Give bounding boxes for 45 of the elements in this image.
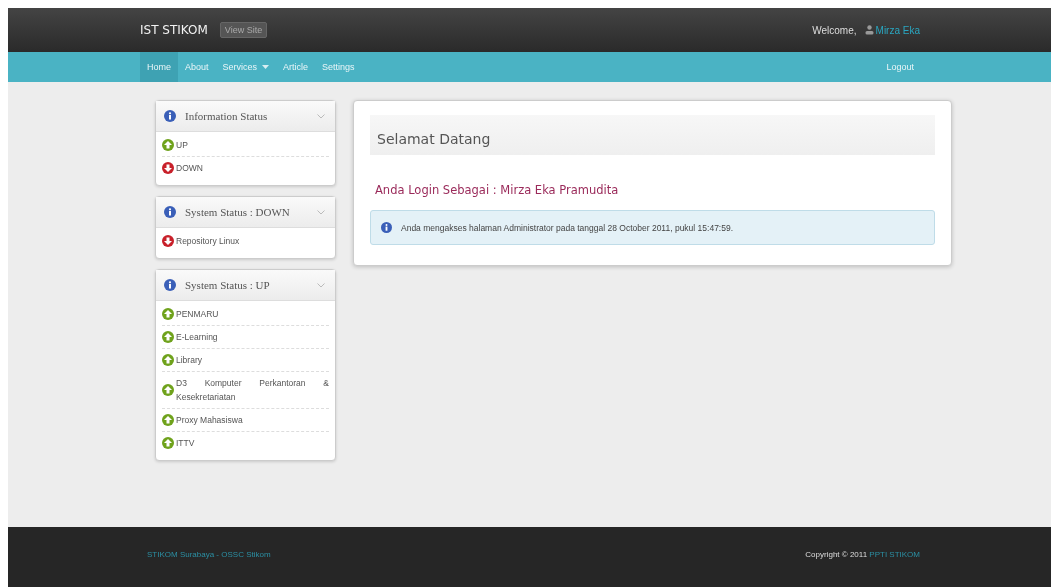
- status-item[interactable]: E-Learning: [176, 330, 329, 344]
- logout-link[interactable]: Logout: [879, 52, 921, 82]
- nav-tab[interactable]: Article: [276, 52, 316, 82]
- user-link[interactable]: Mirza Eka: [875, 24, 920, 36]
- status-item[interactable]: Repository Linux: [176, 234, 329, 248]
- status-item[interactable]: D3 Komputer Perkantoran & Kesekretariatan: [176, 376, 329, 404]
- status-item[interactable]: ITTV: [176, 436, 329, 450]
- view-site-button[interactable]: View Site: [219, 22, 268, 38]
- welcome-text: Welcome,: [812, 24, 857, 36]
- up-arrow-icon: [162, 331, 174, 343]
- footer-link[interactable]: STIKOM Surabaya - OSSC Stikom: [147, 549, 271, 559]
- card-title: Selamat Datang: [370, 115, 935, 155]
- info-icon: [164, 279, 176, 291]
- chevron-icon[interactable]: [317, 209, 325, 215]
- up-arrow-icon: [162, 139, 174, 151]
- down-arrow-icon: [162, 162, 174, 174]
- user-icon: [864, 25, 874, 35]
- info-icon: [381, 222, 392, 233]
- up-arrow-icon: [162, 437, 174, 449]
- status-item[interactable]: DOWN: [176, 161, 329, 175]
- info-icon: [164, 206, 176, 218]
- up-arrow-icon: [162, 414, 174, 426]
- up-arrow-icon: [162, 384, 174, 396]
- nav-tab[interactable]: Settings: [315, 52, 362, 82]
- status-item[interactable]: Library: [176, 353, 329, 367]
- chevron-icon[interactable]: [317, 282, 325, 288]
- copyright-text: Copyright © 2011 PPTI STIKOM: [805, 549, 920, 559]
- nav-tab[interactable]: Services: [215, 52, 277, 82]
- nav-tab[interactable]: About: [178, 52, 216, 82]
- status-item[interactable]: UP: [176, 138, 329, 152]
- panel-title: Information Status: [185, 110, 269, 122]
- panel-title: System Status : UP: [185, 279, 271, 291]
- panel-title: System Status : DOWN: [185, 206, 291, 218]
- up-arrow-icon: [162, 354, 174, 366]
- brand-title: IST STIKOM: [140, 23, 208, 37]
- up-arrow-icon: [162, 308, 174, 320]
- footer-link[interactable]: PPTI STIKOM: [869, 549, 920, 559]
- nav-tab[interactable]: Home: [140, 52, 178, 82]
- status-item[interactable]: PENMARU: [176, 307, 329, 321]
- info-message: Anda mengakses halaman Administrator pada tanggal 28 October 2011, pukul 15:47:59.: [401, 222, 734, 233]
- status-item[interactable]: Proxy Mahasiswa: [176, 413, 329, 427]
- login-info-text: Anda Login Sebagai : Mirza Eka Pramudita: [375, 183, 620, 197]
- chevron-icon[interactable]: [317, 113, 325, 119]
- info-icon: [164, 110, 176, 122]
- down-arrow-icon: [162, 235, 174, 247]
